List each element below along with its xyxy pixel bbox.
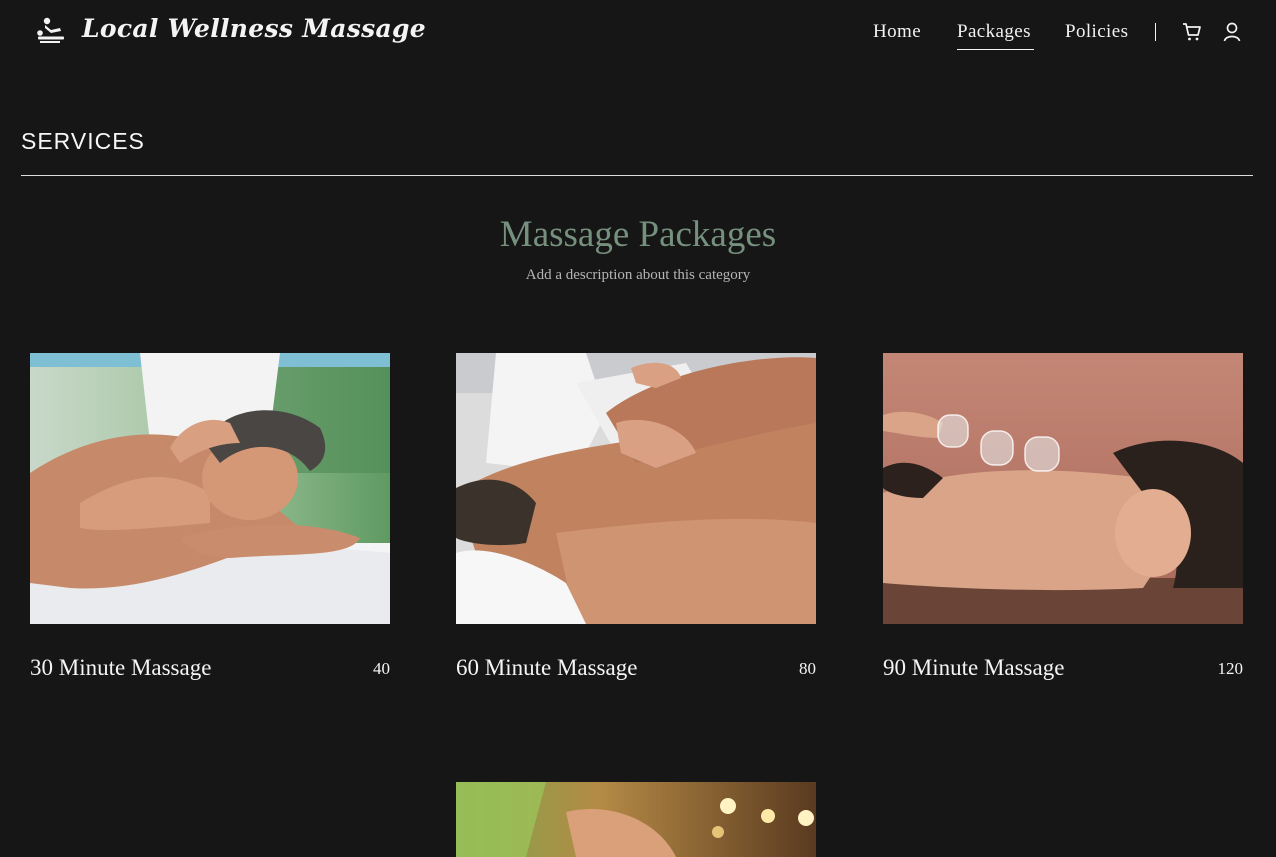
nav-home[interactable]: Home [873,21,921,43]
user-icon[interactable] [1221,21,1243,43]
product-price: 80 [799,659,816,678]
nav-active-indicator [957,49,1034,50]
category-description: Add a description about this category [525,267,751,283]
product-name[interactable]: 60 Minute Massage [456,655,637,681]
product-image-90-minute[interactable] [883,353,1243,624]
nav-policies[interactable]: Policies [1065,21,1128,43]
category-title: Massage Packages [499,214,777,255]
massage-person-icon[interactable] [36,16,66,46]
product-price: 40 [373,659,390,678]
section-divider [21,175,1253,176]
nav-packages[interactable]: Packages [957,21,1031,43]
site-logo-text[interactable]: Local Wellness Massage [82,14,426,43]
site-header: Local Wellness Massage Home Packages Pol… [0,0,1276,70]
product-image-30-minute[interactable] [30,353,390,624]
product-name[interactable]: 30 Minute Massage [30,655,211,681]
section-title: SERVICES [21,128,145,154]
product-image-60-minute[interactable] [456,353,816,624]
product-image-spa[interactable] [456,782,816,857]
cart-icon[interactable] [1181,21,1203,43]
nav-divider [1155,23,1156,41]
product-name[interactable]: 90 Minute Massage [883,655,1064,681]
product-price: 120 [1217,659,1244,678]
